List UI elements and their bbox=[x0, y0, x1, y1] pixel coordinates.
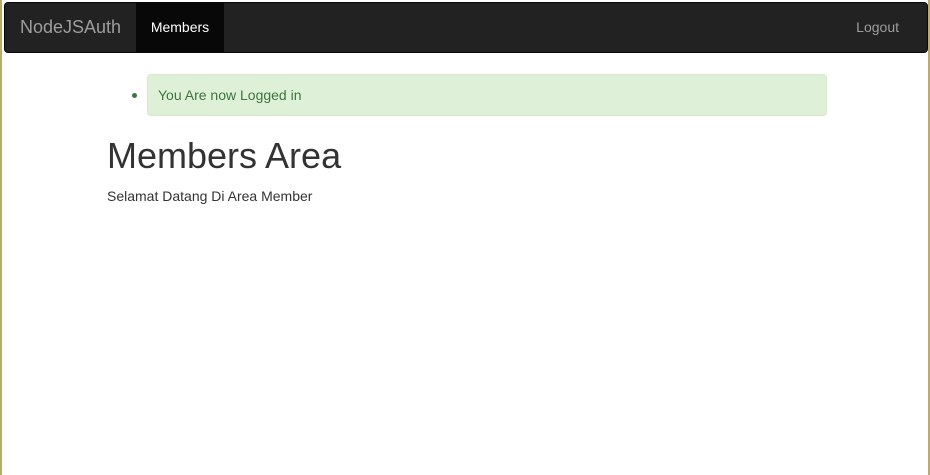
bullet-icon bbox=[132, 93, 137, 98]
logout-link[interactable]: Logout bbox=[856, 3, 899, 52]
navbar-brand[interactable]: NodeJSAuth bbox=[20, 3, 121, 52]
welcome-text: Selamat Datang Di Area Member bbox=[107, 188, 313, 204]
flash-message-item: You Are now Logged in bbox=[107, 74, 827, 116]
nav-item-members[interactable]: Members bbox=[136, 3, 224, 52]
page-title: Members Area bbox=[107, 135, 342, 176]
flash-message-list: You Are now Logged in bbox=[107, 74, 827, 116]
browser-viewport: NodeJSAuth Members Logout You Are now Lo… bbox=[0, 0, 930, 475]
top-navbar: NodeJSAuth Members Logout bbox=[4, 2, 928, 53]
success-alert: You Are now Logged in bbox=[147, 74, 827, 116]
